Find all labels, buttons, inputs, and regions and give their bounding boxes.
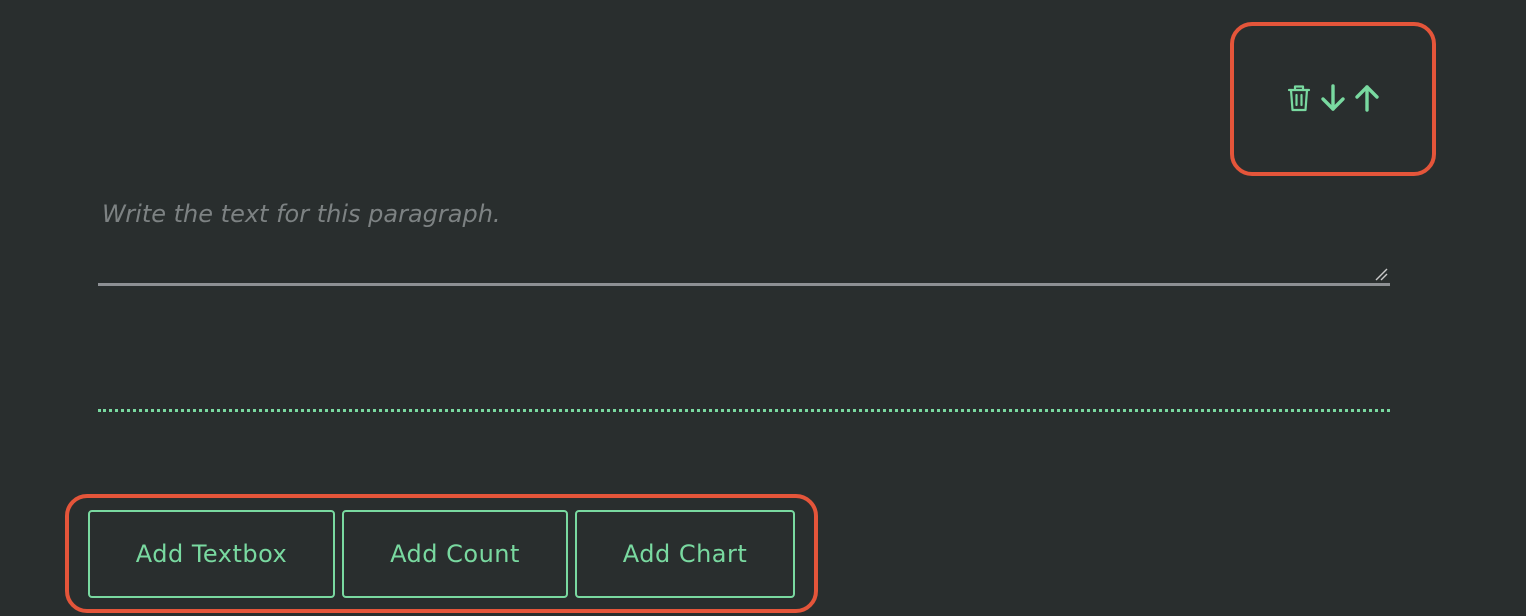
- paragraph-input[interactable]: [98, 190, 1390, 286]
- add-count-button[interactable]: Add Count: [342, 510, 568, 598]
- add-textbox-button[interactable]: Add Textbox: [88, 510, 335, 598]
- arrow-up-icon[interactable]: [1352, 82, 1382, 114]
- add-chart-button[interactable]: Add Chart: [575, 510, 795, 598]
- add-block-toolbar: Add Textbox Add Count Add Chart: [88, 510, 795, 598]
- resize-handle-icon[interactable]: [1374, 267, 1388, 281]
- arrow-down-icon[interactable]: [1318, 82, 1348, 114]
- section-divider: [98, 409, 1390, 412]
- trash-icon[interactable]: [1284, 82, 1314, 114]
- block-actions: [1284, 82, 1382, 114]
- paragraph-editor: [98, 190, 1390, 286]
- page: Add Textbox Add Count Add Chart: [0, 0, 1526, 616]
